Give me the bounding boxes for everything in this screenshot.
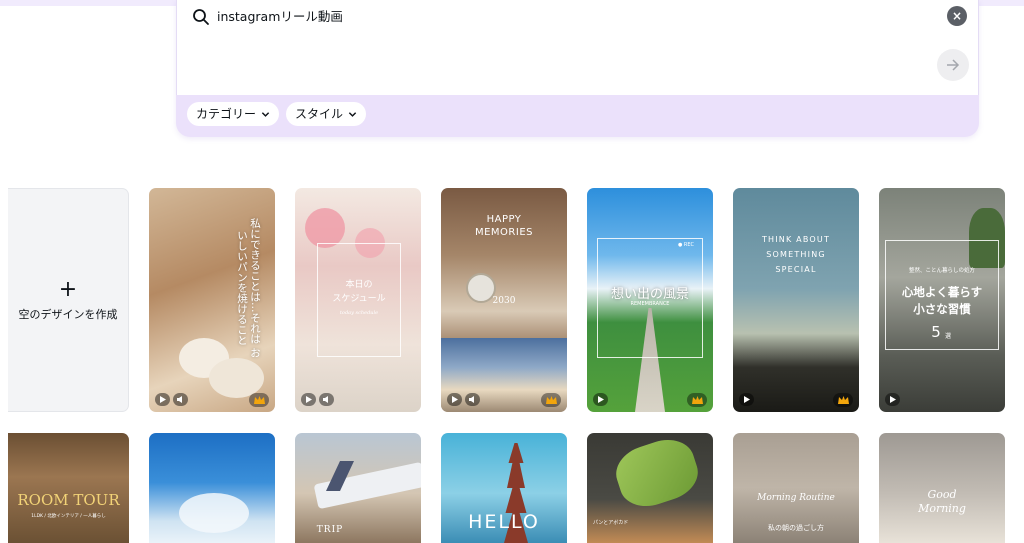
style-filter-button[interactable]: スタイル	[286, 102, 367, 126]
template-unit: 選	[944, 333, 951, 340]
volume-icon[interactable]	[319, 393, 334, 406]
template-title: ROOM TOUR	[17, 491, 120, 509]
create-blank-design-card[interactable]: + 空のデザインを作成	[8, 188, 129, 412]
search-panel: instagramリール動画 × カテゴリー スタイル	[176, 0, 979, 137]
template-card-hello[interactable]: HELLO	[441, 433, 567, 543]
template-title: 本日の スケジュール	[332, 280, 386, 304]
template-subtitle: 私の朝の過ごし方	[768, 524, 824, 532]
volume-icon[interactable]	[173, 393, 188, 406]
volume-icon[interactable]	[465, 393, 480, 406]
template-title: HAPPY MEMORIES	[474, 214, 533, 238]
template-card-schedule[interactable]: 本日の スケジュール today schedule	[295, 188, 421, 412]
clear-search-button[interactable]: ×	[947, 6, 967, 26]
template-card-trip[interactable]: TRIP	[295, 433, 421, 543]
play-icon[interactable]	[739, 393, 754, 406]
template-card-think-about[interactable]: THINK ABOUT SOMETHING SPECIAL	[733, 188, 859, 412]
template-title: HELLO	[468, 511, 540, 533]
template-small-text: 整然、ことん暮らしの処方	[908, 268, 975, 274]
template-title: 心地よく暮らす 小さな習慣	[901, 285, 983, 316]
template-card-sky[interactable]	[149, 433, 275, 543]
template-card-happy-memories[interactable]: HAPPY MEMORIES 2030	[441, 188, 567, 412]
template-card-habits[interactable]: 整然、ことん暮らしの処方 心地よく暮らす 小さな習慣 5 選	[879, 188, 1005, 412]
template-card-avocado[interactable]: パンとアボカド	[587, 433, 713, 543]
template-subtitle: 2030	[492, 296, 516, 306]
template-subtitle: 1LDK / 北欧インテリア / 一人暮らし	[31, 514, 106, 519]
template-card-morning-routine[interactable]: Morning Routine 私の朝の過ごし方	[733, 433, 859, 543]
template-title: Good Morning	[918, 488, 966, 515]
template-title: パンとアボカド	[593, 520, 629, 526]
play-icon[interactable]	[885, 393, 900, 406]
template-title: Morning Routine	[757, 493, 835, 503]
template-card-bread[interactable]: 私にできることは…それは おいしいパンを焼けること	[149, 188, 275, 412]
crown-icon	[249, 393, 269, 407]
crown-icon	[833, 393, 853, 407]
submit-search-button[interactable]	[937, 49, 969, 81]
template-card-good-morning[interactable]: Good Morning	[879, 433, 1005, 543]
chevron-down-icon	[261, 111, 270, 117]
template-title: 私にできることは…それは おいしいパンを焼けること	[236, 218, 261, 358]
crown-icon	[687, 393, 707, 407]
template-title: THINK ABOUT SOMETHING SPECIAL	[761, 235, 831, 274]
rec-badge: ● REC	[677, 242, 695, 248]
search-icon	[193, 9, 209, 25]
play-icon[interactable]	[593, 393, 608, 406]
chevron-down-icon	[348, 111, 357, 117]
template-title: TRIP	[316, 525, 344, 535]
template-title: 想い出の風景	[610, 287, 689, 302]
category-filter-label: カテゴリー	[196, 107, 257, 121]
template-subtitle: REMEMBRANCE	[630, 301, 670, 307]
style-filter-label: スタイル	[295, 107, 344, 121]
play-icon[interactable]	[301, 393, 316, 406]
template-subtitle: today schedule	[339, 310, 379, 316]
template-card-scenery[interactable]: ● REC 想い出の風景 REMEMBRANCE	[587, 188, 713, 412]
play-icon[interactable]	[155, 393, 170, 406]
play-icon[interactable]	[447, 393, 462, 406]
plus-icon: +	[58, 277, 78, 302]
category-filter-button[interactable]: カテゴリー	[187, 102, 280, 126]
template-number: 5	[931, 323, 941, 341]
crown-icon	[541, 393, 561, 407]
template-card-room-tour[interactable]: ROOM TOUR 1LDK / 北欧インテリア / 一人暮らし	[8, 433, 129, 543]
arrow-right-icon	[947, 59, 960, 71]
search-input[interactable]: instagramリール動画	[217, 8, 343, 26]
search-box[interactable]: instagramリール動画 ×	[176, 0, 979, 95]
create-blank-design-label: 空のデザインを作成	[18, 308, 118, 321]
